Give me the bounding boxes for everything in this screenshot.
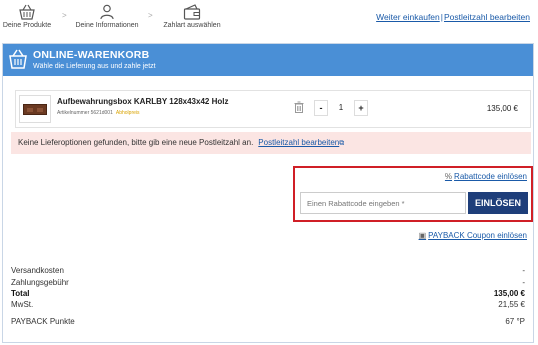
summary-label: Versandkosten <box>11 266 64 275</box>
summary-total: Total 135,00 € <box>11 289 527 298</box>
discount-tag-icon: % <box>444 172 453 181</box>
summary-label: Total <box>11 289 30 298</box>
article-number: Artikelnummer 5621d001 <box>57 110 113 116</box>
basket-icon <box>19 4 35 20</box>
product-meta: Artikelnummer 5621d001 Abholpreis <box>57 110 140 116</box>
quantity-stepper: - 1 + <box>314 100 368 116</box>
summary-payment-fee: Zahlungsgebühr - <box>11 278 527 287</box>
step-separator: > <box>62 11 67 20</box>
step-label: Deine Informationen <box>75 22 139 29</box>
link-separator: | <box>440 12 443 22</box>
summary-value: 135,00 € <box>493 289 525 298</box>
step-label: Deine Produkte <box>2 22 52 29</box>
summary-value: 67 °P <box>505 317 525 326</box>
increase-quantity-button[interactable]: + <box>354 100 368 116</box>
top-links: Weiter einkaufen|Postleitzahl bearbeiten <box>376 12 530 22</box>
payback-coupon-link[interactable]: ▣ PAYBACK Coupon einlösen <box>419 231 527 240</box>
cart-title: ONLINE-WARENKORB <box>33 49 150 61</box>
product-thumbnail[interactable] <box>19 95 51 123</box>
warning-text: Keine Lieferoptionen gefunden, bitte gib… <box>18 138 254 147</box>
summary-label: MwSt. <box>11 300 34 309</box>
summary-label: Zahlungsgebühr <box>11 278 69 287</box>
payback-icon: ▣ <box>418 231 427 240</box>
checkout-steps: Deine Produkte > Deine Informationen > Z… <box>0 0 538 42</box>
trash-icon[interactable] <box>294 101 304 113</box>
coupon-code-input[interactable] <box>300 192 466 214</box>
price-tag: Abholpreis <box>115 110 140 116</box>
product-price: 135,00 € <box>486 104 518 113</box>
cart-subtitle: Wähle die Lieferung aus und zahle jetzt <box>33 63 156 70</box>
redeem-coupon-link[interactable]: % Rabattcode einlösen <box>445 172 527 181</box>
step-label: Zahlart auswählen <box>163 22 221 29</box>
delivery-warning: Keine Lieferoptionen gefunden, bitte gib… <box>11 132 531 154</box>
edit-postcode-link[interactable]: Postleitzahl bearbeiten <box>444 12 530 22</box>
basket-icon <box>9 49 27 69</box>
wallet-icon <box>183 4 201 20</box>
continue-shopping-link[interactable]: Weiter einkaufen <box>376 12 440 22</box>
summary-value: - <box>522 278 525 287</box>
product-name[interactable]: Aufbewahrungsbox KARLBY 128x43x42 Holz <box>57 97 228 106</box>
external-link-icon: ⧉ <box>339 140 345 147</box>
cart-item: Aufbewahrungsbox KARLBY 128x43x42 Holz A… <box>15 90 531 128</box>
cart-header: ONLINE-WARENKORB Wähle die Lieferung aus… <box>3 44 533 76</box>
summary-value: 21,55 € <box>498 300 525 309</box>
person-icon <box>100 4 114 20</box>
payback-link-label: PAYBACK Coupon einlösen <box>428 231 527 240</box>
step-products[interactable]: Deine Produkte <box>2 4 52 29</box>
step-separator: > <box>148 11 153 20</box>
step-information[interactable]: Deine Informationen <box>74 4 140 29</box>
cart-panel: ONLINE-WARENKORB Wähle die Lieferung aus… <box>2 43 534 343</box>
step-payment[interactable]: Zahlart auswählen <box>158 4 226 29</box>
summary-payback-points: PAYBACK Punkte 67 °P <box>11 317 527 326</box>
summary-label: PAYBACK Punkte <box>11 317 75 326</box>
quantity-value[interactable]: 1 <box>328 100 354 116</box>
decrease-quantity-button[interactable]: - <box>314 100 328 116</box>
summary-shipping: Versandkosten - <box>11 266 527 275</box>
edit-postcode-link[interactable]: Postleitzahl bearbeiten <box>258 138 339 147</box>
summary-value: - <box>522 266 525 275</box>
coupon-box: %Rabattcode einlösen EINLÖSEN <box>293 166 533 222</box>
redeem-coupon-label: Rabattcode einlösen <box>454 172 527 181</box>
redeem-button[interactable]: EINLÖSEN <box>468 192 528 214</box>
summary-vat: MwSt. 21,55 € <box>11 300 527 309</box>
